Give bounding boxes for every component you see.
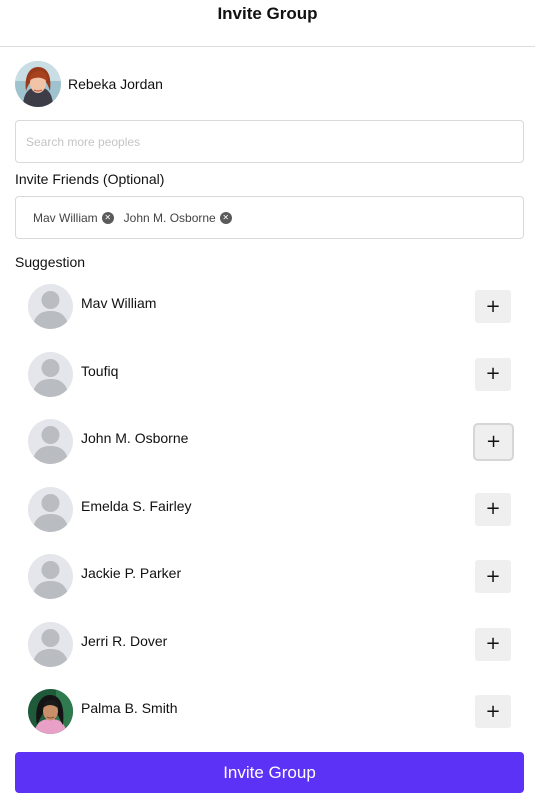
suggestion-list: Mav William + Toufiq + John M. Osborne +… (28, 284, 514, 757)
suggestion-name: Mav William (81, 295, 157, 311)
default-avatar-icon (28, 554, 73, 599)
page-title: Invite Group (217, 4, 318, 23)
invite-group-button[interactable]: Invite Group (15, 752, 524, 793)
default-avatar-icon (28, 351, 73, 397)
list-item: John M. Osborne + (28, 419, 514, 487)
invite-tag-label: Mav William (33, 210, 98, 225)
current-user: Rebeka Jordan (15, 61, 163, 107)
invite-tag: Mav William ✕ (33, 211, 114, 225)
avatar (15, 61, 61, 107)
current-user-name: Rebeka Jordan (68, 76, 163, 92)
list-item: Jerri R. Dover + (28, 621, 512, 690)
search-field[interactable] (15, 120, 524, 163)
invite-tags-field[interactable]: Mav William ✕ John M. Osborne ✕ (15, 196, 524, 239)
close-icon[interactable]: ✕ (101, 211, 114, 224)
list-item: Emelda S. Fairley + (28, 486, 512, 555)
add-user-button[interactable]: + (475, 560, 511, 593)
invite-friends-label: Invite Friends (Optional) (15, 171, 165, 187)
suggestion-name: Palma B. Smith (81, 700, 178, 716)
suggestion-name: Jackie P. Parker (81, 565, 182, 581)
default-avatar-icon (28, 621, 73, 667)
default-avatar-icon (28, 284, 73, 329)
default-avatar-icon (28, 419, 73, 464)
plus-icon: + (485, 565, 501, 587)
plus-icon: + (485, 633, 501, 654)
plus-icon: + (485, 431, 502, 452)
list-item: Toufiq + (28, 351, 512, 420)
avatar (28, 689, 73, 734)
suggestion-label: Suggestion (15, 254, 86, 270)
list-item: Mav William + (28, 284, 512, 352)
plus-icon: + (485, 295, 501, 317)
add-user-button[interactable]: + (475, 627, 511, 661)
suggestion-name: Jerri R. Dover (81, 632, 168, 649)
invite-tag-label: John M. Osborne (123, 210, 216, 225)
modal-header: Invite Group (0, 0, 535, 47)
plus-icon: + (485, 700, 501, 722)
list-item: Jackie P. Parker + (28, 554, 512, 622)
add-user-button[interactable]: + (473, 423, 514, 461)
add-user-button[interactable]: + (475, 695, 511, 728)
add-user-button[interactable]: + (475, 290, 511, 323)
list-item: Palma B. Smith + (28, 689, 512, 757)
suggestion-name: John M. Osborne (81, 430, 189, 446)
plus-icon: + (485, 498, 501, 519)
add-user-button[interactable]: + (475, 492, 511, 526)
close-icon[interactable]: ✕ (219, 211, 232, 224)
invite-tag: John M. Osborne ✕ (124, 211, 232, 225)
search-input[interactable] (16, 121, 523, 162)
suggestion-name: Toufiq (81, 362, 119, 379)
suggestion-name: Emelda S. Fairley (81, 497, 192, 514)
default-avatar-icon (28, 486, 73, 532)
plus-icon: + (485, 363, 501, 384)
add-user-button[interactable]: + (475, 357, 511, 391)
